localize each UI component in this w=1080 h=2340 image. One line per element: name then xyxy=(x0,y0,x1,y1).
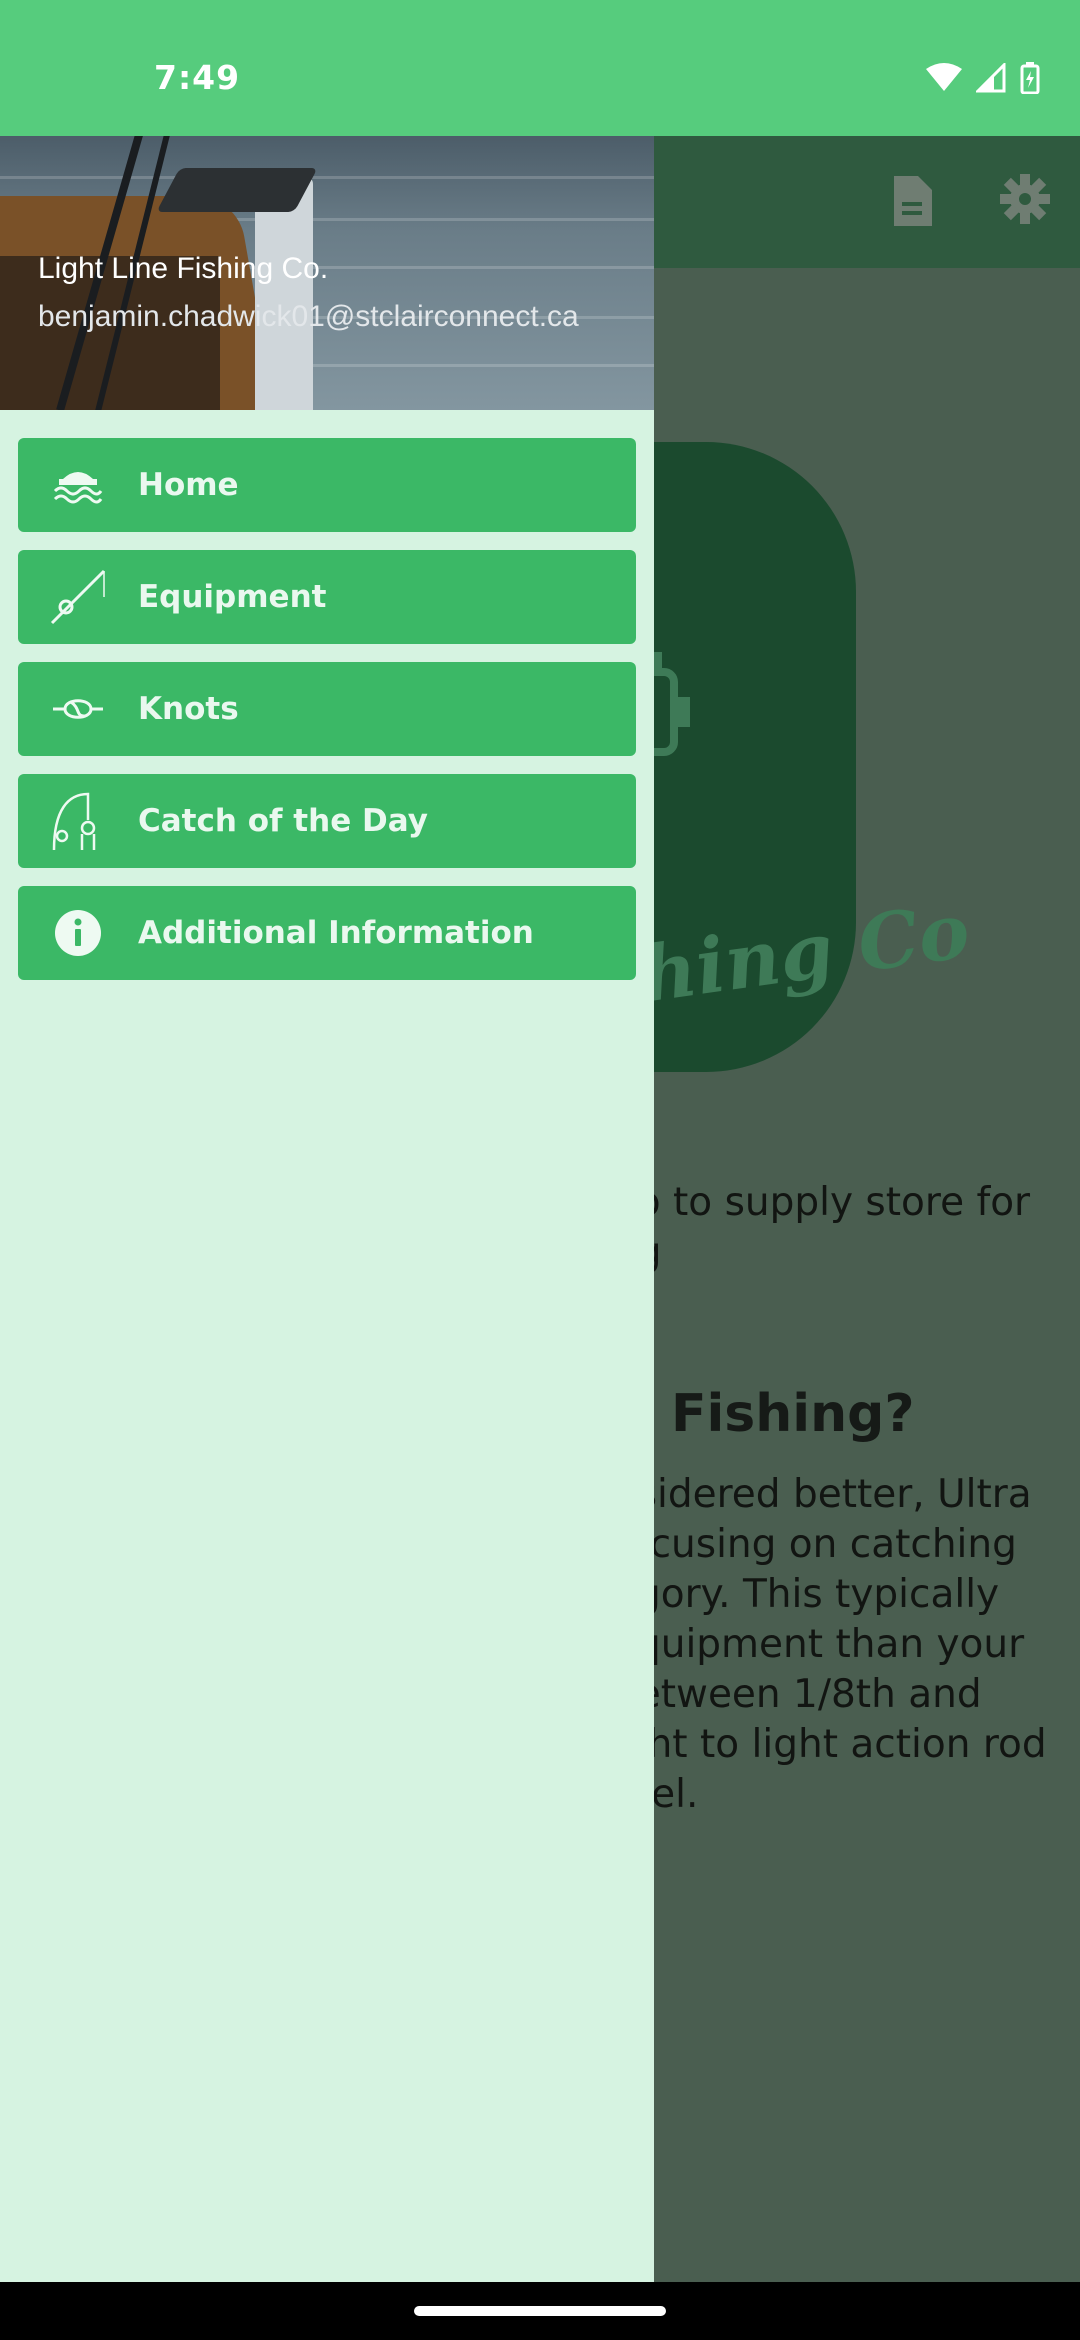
intro-text: go to supply store for ng xyxy=(612,1180,1031,1275)
settings-gear-icon[interactable] xyxy=(1000,174,1050,224)
body-text: nsidered better, Ultra focusing on catch… xyxy=(612,1472,1047,1817)
knot-icon xyxy=(18,694,138,724)
menu-item-label: Equipment xyxy=(138,579,327,615)
menu-item-knots[interactable]: Knots xyxy=(18,662,636,756)
menu-item-label: Catch of the Day xyxy=(138,803,428,839)
menu-item-label: Home xyxy=(138,467,239,503)
angler-icon xyxy=(18,790,138,852)
menu-item-equipment[interactable]: Equipment xyxy=(18,550,636,644)
menu-item-label: Additional Information xyxy=(138,915,534,951)
navigation-drawer: Light Line Fishing Co. benjamin.chadwick… xyxy=(0,136,654,2282)
menu-item-home[interactable]: Home xyxy=(18,438,636,532)
menu-item-label: Knots xyxy=(138,691,239,727)
battery-icon xyxy=(1020,62,1040,94)
document-icon[interactable] xyxy=(890,174,934,228)
wifi-icon xyxy=(926,63,962,91)
drawer-title: Light Line Fishing Co. xyxy=(38,252,329,285)
fishing-rod-icon xyxy=(18,567,138,627)
status-bar: 7:49 xyxy=(0,0,1080,136)
drawer-menu: Home Equipment Knots Catch of the Day Ad… xyxy=(18,438,636,998)
menu-item-catch-of-the-day[interactable]: Catch of the Day xyxy=(18,774,636,868)
section-heading: t Fishing? xyxy=(628,1384,915,1444)
cell-signal-icon xyxy=(976,63,1006,93)
info-icon xyxy=(18,909,138,957)
status-icons xyxy=(926,62,1040,94)
user-email: benjamin.chadwick01@stclairconnect.ca xyxy=(38,300,579,333)
menu-item-additional-information[interactable]: Additional Information xyxy=(18,886,636,980)
drawer-header: Light Line Fishing Co. benjamin.chadwick… xyxy=(0,136,654,410)
home-gesture-handle[interactable] xyxy=(414,2306,666,2316)
status-time: 7:49 xyxy=(154,58,241,97)
system-navigation-bar xyxy=(0,2282,1080,2340)
boat-icon xyxy=(18,465,138,505)
